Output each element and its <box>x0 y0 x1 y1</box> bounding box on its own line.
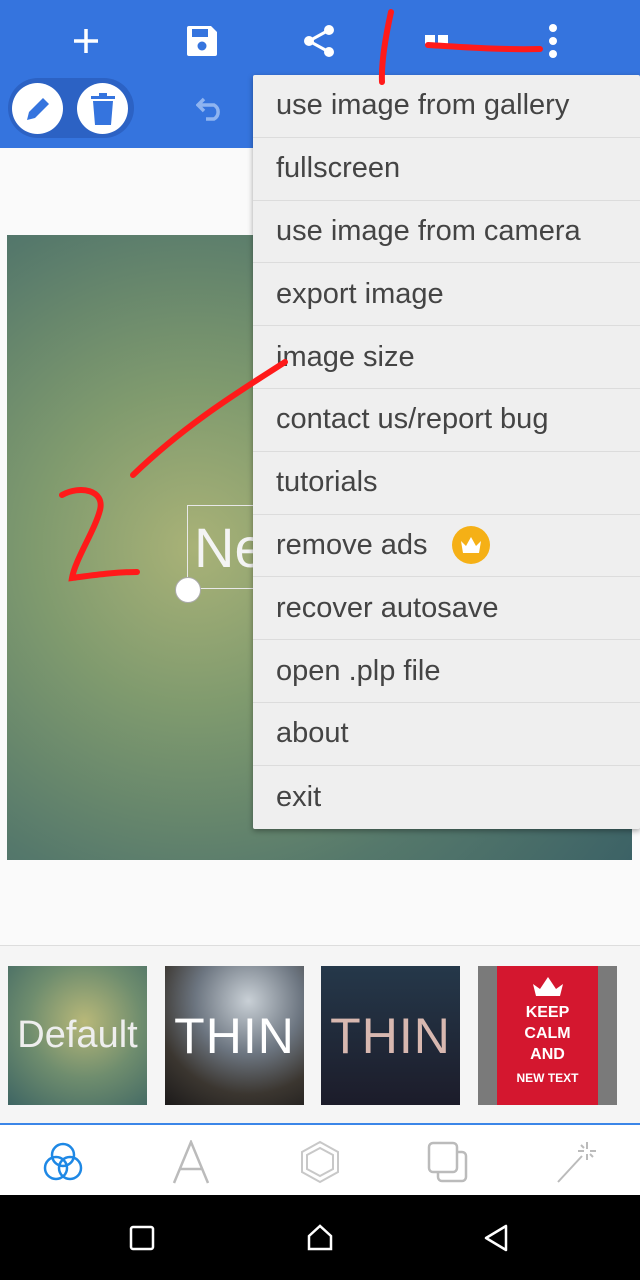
menu-item-camera[interactable]: use image from camera <box>253 201 640 264</box>
edit-mode-toggle <box>8 78 134 138</box>
menu-item-recover-autosave[interactable]: recover autosave <box>253 577 640 641</box>
delete-button[interactable] <box>77 83 128 134</box>
tab-layers[interactable] <box>418 1133 478 1191</box>
template-keep-calm[interactable]: KEEP CALM AND NEW TEXT <box>478 966 617 1105</box>
undo-button[interactable] <box>186 83 236 133</box>
menu-item-remove-ads[interactable]: remove ads <box>253 515 640 578</box>
menu-item-export[interactable]: export image <box>253 263 640 327</box>
menu-item-open-plp[interactable]: open .plp file <box>253 640 640 703</box>
tab-shapes[interactable] <box>290 1133 350 1191</box>
template-label: THIN <box>330 1007 451 1064</box>
menu-item-image-size[interactable]: image size <box>253 326 640 389</box>
template-thin-dark[interactable]: THIN <box>321 966 460 1105</box>
quote-button[interactable] <box>412 16 462 66</box>
template-label: THIN <box>174 1007 295 1064</box>
back-button[interactable] <box>471 1213 521 1263</box>
menu-item-gallery[interactable]: use image from gallery <box>253 75 640 138</box>
template-label: Default <box>17 1014 138 1056</box>
home-button[interactable] <box>295 1213 345 1263</box>
template-thin-bokeh[interactable]: THIN <box>165 966 304 1105</box>
recents-button[interactable] <box>117 1213 167 1263</box>
more-options-button[interactable] <box>528 16 578 66</box>
template-label: KEEP CALM AND <box>524 1004 571 1063</box>
more-vert-icon <box>549 24 557 58</box>
draw-mode-button[interactable] <box>12 83 63 134</box>
menu-item-about[interactable]: about <box>253 703 640 766</box>
menu-item-exit[interactable]: exit <box>253 766 640 829</box>
save-icon <box>187 26 217 56</box>
crown-icon <box>532 977 563 996</box>
template-strip[interactable]: Default THIN THIN KEEP CALM AND NEW TEXT <box>0 945 640 1123</box>
overflow-menu: use image from gallery fullscreen use im… <box>253 75 640 829</box>
layers-icon <box>427 1141 468 1183</box>
menu-label: remove ads <box>276 528 428 561</box>
system-nav-bar <box>0 1195 640 1280</box>
plus-icon <box>74 29 98 53</box>
shape-icon <box>301 1140 339 1184</box>
menu-label: use image from gallery <box>276 89 570 122</box>
menu-label: fullscreen <box>276 152 401 185</box>
save-button[interactable] <box>177 16 227 66</box>
menu-item-fullscreen[interactable]: fullscreen <box>253 138 640 201</box>
share-icon <box>304 25 334 57</box>
template-default[interactable]: Default <box>8 966 147 1105</box>
tab-filters[interactable] <box>33 1133 93 1191</box>
menu-label: tutorials <box>276 466 378 499</box>
undo-icon <box>196 97 220 121</box>
pencil-icon <box>26 97 49 120</box>
back-icon <box>484 1224 508 1252</box>
resize-handle[interactable] <box>175 577 201 603</box>
filters-icon <box>43 1142 83 1181</box>
menu-item-tutorials[interactable]: tutorials <box>253 452 640 515</box>
tab-effects[interactable] <box>546 1133 606 1191</box>
menu-label: image size <box>276 340 415 373</box>
trash-icon <box>90 92 115 125</box>
tab-text[interactable] <box>161 1133 221 1191</box>
share-button[interactable] <box>294 16 344 66</box>
menu-label: exit <box>276 780 322 813</box>
menu-item-contact[interactable]: contact us/report bug <box>253 389 640 452</box>
menu-label: contact us/report bug <box>276 403 549 436</box>
bottom-tabs <box>0 1123 640 1195</box>
menu-label: open .plp file <box>276 654 441 687</box>
menu-label: use image from camera <box>276 214 581 247</box>
menu-label: export image <box>276 277 444 310</box>
menu-label: about <box>276 717 349 750</box>
square-icon <box>129 1225 155 1251</box>
text-icon <box>172 1140 210 1184</box>
quote-icon <box>425 35 448 44</box>
magic-wand-icon <box>557 1142 596 1183</box>
home-icon <box>307 1224 333 1251</box>
crown-icon <box>451 526 490 565</box>
add-button[interactable] <box>61 16 111 66</box>
template-sublabel: NEW TEXT <box>516 1071 579 1085</box>
menu-label: recover autosave <box>276 591 499 624</box>
